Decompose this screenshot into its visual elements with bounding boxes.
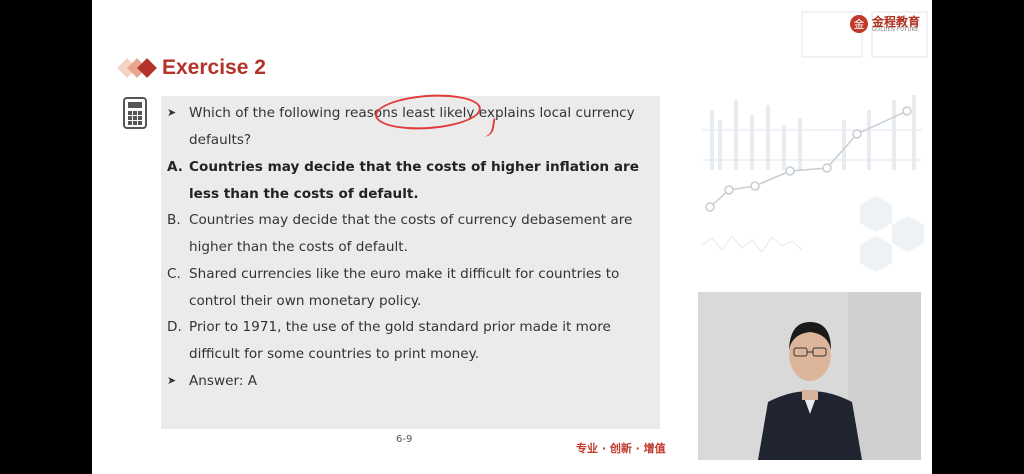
question-box: ➤ Which of the following reasons least l… [161, 96, 660, 429]
background-chart-decoration [701, 11, 928, 272]
calculator-icon [123, 97, 147, 129]
option-b-letter: B. [167, 212, 181, 228]
logo-icon: 金 [850, 15, 868, 33]
option-c-letter: C. [167, 266, 181, 282]
page-number: 6-9 [396, 434, 413, 445]
arrow-bullet-icon: ➤ [167, 374, 177, 387]
option-c-text: Shared currencies like the euro make it … [189, 266, 620, 309]
option-b-text: Countries may decide that the costs of c… [189, 212, 633, 255]
option-d-text: Prior to 1971, the use of the gold stand… [189, 319, 611, 362]
slide: 金 金程教育 GOLDEN FUTURE Exercise 2 ➤ Which … [92, 0, 932, 474]
presenter-figure [698, 292, 921, 460]
option-d-letter: D. [167, 319, 182, 335]
logo-en-text: GOLDEN FUTURE [872, 26, 919, 33]
option-a-letter: A. [167, 159, 183, 175]
diamond-decoration-icon [117, 55, 162, 81]
logo-cn-text: 金程教育 [872, 14, 921, 29]
brand-logo: 金 金程教育 GOLDEN FUTURE [850, 15, 920, 33]
page-title: Exercise 2 [162, 56, 266, 79]
presenter-video [698, 292, 921, 460]
footer-slogan: 专业 · 创新 · 增值 [576, 442, 666, 455]
arrow-bullet-icon: ➤ [167, 106, 177, 119]
option-a-text: Countries may decide that the costs of h… [189, 159, 639, 202]
title-row: Exercise 2 [117, 55, 266, 81]
answer-text: Answer: A [189, 373, 258, 389]
